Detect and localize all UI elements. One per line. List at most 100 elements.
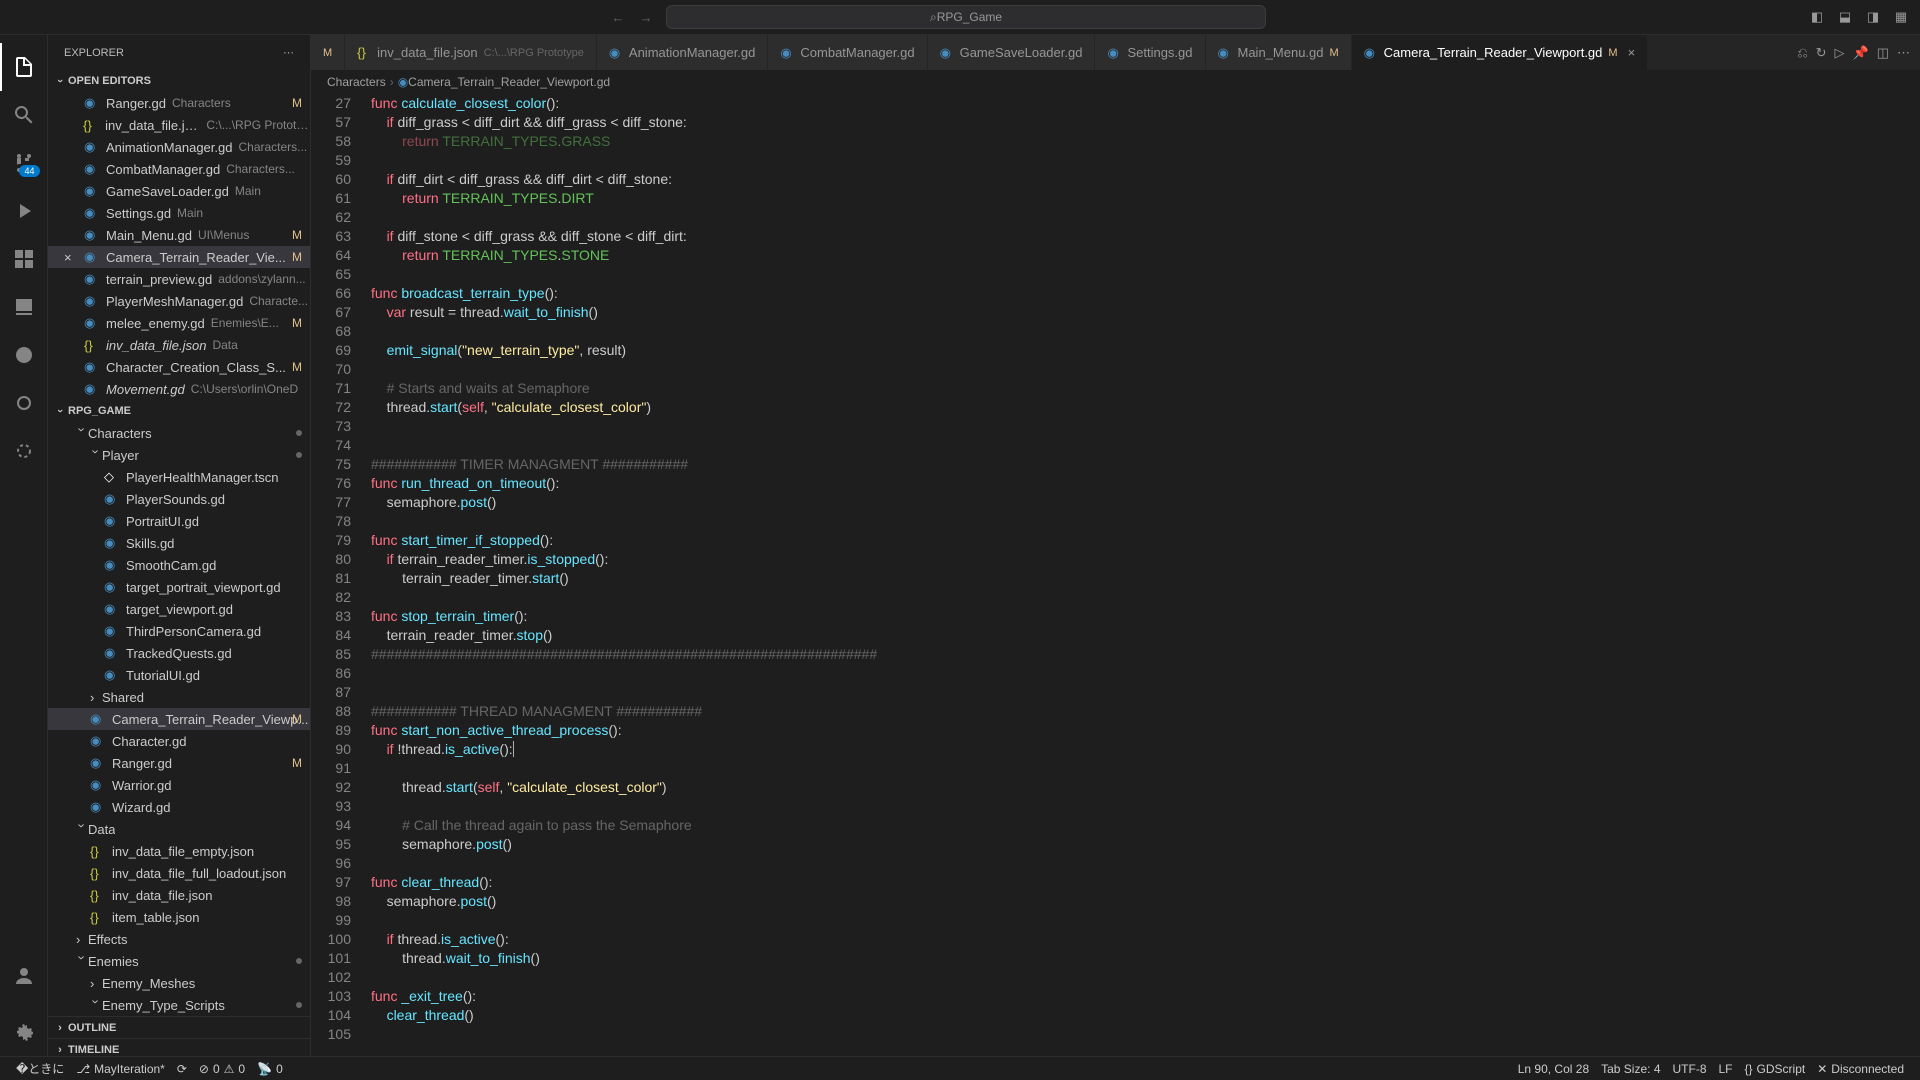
- status-connection[interactable]: ✕ Disconnected: [1811, 1062, 1910, 1076]
- open-editor-item[interactable]: ×◉Movement.gdC:\Users\orlin\OneD: [48, 378, 310, 400]
- status-branch[interactable]: ⎇ MayIteration*: [70, 1062, 171, 1076]
- status-encoding[interactable]: UTF-8: [1667, 1062, 1713, 1076]
- open-editors-header[interactable]: › OPEN EDITORS: [48, 70, 310, 92]
- status-ports[interactable]: 📡0: [251, 1062, 289, 1076]
- file-item[interactable]: {}item_table.json: [48, 906, 310, 928]
- nav-forward[interactable]: →: [636, 7, 656, 27]
- file-item[interactable]: ◉PortraitUI.gd: [48, 510, 310, 532]
- activity-ext2[interactable]: [0, 427, 48, 475]
- activity-godot[interactable]: [0, 331, 48, 379]
- editor-tab[interactable]: {}inv_data_file.jsonC:\...\RPG Prototype: [345, 35, 597, 70]
- status-problems[interactable]: ⊘0 ⚠0: [193, 1062, 251, 1076]
- breadcrumb[interactable]: Characters › ◉ Camera_Terrain_Reader_Vie…: [311, 70, 1920, 94]
- activity-account[interactable]: [0, 952, 48, 1000]
- folder-item[interactable]: ›Data: [48, 818, 310, 840]
- file-item[interactable]: {}inv_data_file.json: [48, 884, 310, 906]
- open-editor-item[interactable]: ×◉AnimationManager.gdCharacters...: [48, 136, 310, 158]
- activity-explorer[interactable]: [0, 43, 48, 91]
- folder-item[interactable]: ›Player: [48, 444, 310, 466]
- status-cursor[interactable]: Ln 90, Col 28: [1512, 1062, 1595, 1076]
- open-editor-item[interactable]: ×◉melee_enemy.gdEnemies\E...M: [48, 312, 310, 334]
- sidebar-more-icon[interactable]: ⋯: [283, 46, 294, 59]
- editor-tab[interactable]: M: [311, 35, 345, 70]
- code-editor[interactable]: 2757585960616263646566676869707172737475…: [311, 94, 1920, 1056]
- open-editor-item[interactable]: ×{}inv_data_file.jsonC:\...\RPG Prototyp…: [48, 114, 310, 136]
- close-icon[interactable]: ×: [64, 250, 80, 265]
- file-item[interactable]: ◉ThirdPersonCamera.gd: [48, 620, 310, 642]
- split-icon[interactable]: ◫: [1877, 45, 1889, 61]
- file-item[interactable]: {}inv_data_file_full_loadout.json: [48, 862, 310, 884]
- project-header[interactable]: › RPG_GAME: [48, 400, 310, 422]
- activity-ext1[interactable]: [0, 379, 48, 427]
- file-item[interactable]: ◉SmoothCam.gd: [48, 554, 310, 576]
- file-item[interactable]: ◉Wizard.gd: [48, 796, 310, 818]
- open-editor-item[interactable]: ×◉PlayerMeshManager.gdCharacte...: [48, 290, 310, 312]
- close-icon[interactable]: ×: [1628, 45, 1636, 60]
- editor-tab[interactable]: ◉CombatManager.gd: [768, 35, 927, 70]
- folder-item[interactable]: ›Shared: [48, 686, 310, 708]
- more-icon[interactable]: ⋯: [1897, 45, 1910, 61]
- layout-sidebar-right-icon[interactable]: ◨: [1862, 6, 1884, 28]
- layout-sidebar-left-icon[interactable]: ◧: [1806, 6, 1828, 28]
- file-item[interactable]: ◇PlayerHealthManager.tscn: [48, 466, 310, 488]
- file-item[interactable]: ◉Ranger.gdM: [48, 752, 310, 774]
- activity-scm[interactable]: 44: [0, 139, 48, 187]
- open-editor-item[interactable]: ×◉Ranger.gdCharactersM: [48, 92, 310, 114]
- activity-remote[interactable]: [0, 283, 48, 331]
- nav-back[interactable]: ←: [608, 7, 628, 27]
- file-item[interactable]: ◉target_portrait_viewport.gd: [48, 576, 310, 598]
- status-remote[interactable]: �ときに: [10, 1060, 70, 1077]
- activity-extensions[interactable]: [0, 235, 48, 283]
- status-sync[interactable]: ⟳: [171, 1062, 193, 1076]
- layout-panel-icon[interactable]: ⬓: [1834, 6, 1856, 28]
- file-item[interactable]: ◉TrackedQuests.gd: [48, 642, 310, 664]
- activity-settings[interactable]: [0, 1008, 48, 1056]
- editor-tab[interactable]: ◉AnimationManager.gd: [597, 35, 768, 70]
- play-icon[interactable]: ▷: [1835, 45, 1845, 61]
- file-item[interactable]: ◉Camera_Terrain_Reader_Viewp...M: [48, 708, 310, 730]
- folder-item[interactable]: ›Characters: [48, 422, 310, 444]
- activity-debug[interactable]: [0, 187, 48, 235]
- open-editor-item[interactable]: ×◉GameSaveLoader.gdMain: [48, 180, 310, 202]
- code-content[interactable]: func calculate_closest_color(): if diff_…: [371, 94, 1920, 1056]
- folder-item[interactable]: ›Enemies: [48, 950, 310, 972]
- file-item[interactable]: {}inv_data_file_empty.json: [48, 840, 310, 862]
- open-editor-item[interactable]: ×◉Settings.gdMain: [48, 202, 310, 224]
- pin-icon[interactable]: 📌: [1853, 45, 1869, 61]
- gdscript-icon: ◉: [1218, 45, 1232, 61]
- file-item[interactable]: ◉Character.gd: [48, 730, 310, 752]
- editor-tab[interactable]: ◉GameSaveLoader.gd: [928, 35, 1096, 70]
- editor-tab[interactable]: ◉Camera_Terrain_Reader_Viewport.gdM×: [1352, 35, 1648, 70]
- folder-item[interactable]: ›Enemy_Type_Scripts: [48, 994, 310, 1016]
- activity-search[interactable]: [0, 91, 48, 139]
- file-item[interactable]: ◉TutorialUI.gd: [48, 664, 310, 686]
- open-editor-item[interactable]: ×◉Character_Creation_Class_S...M: [48, 356, 310, 378]
- run-icon[interactable]: ↻: [1816, 45, 1827, 61]
- editor-tab[interactable]: ◉Main_Menu.gdM: [1206, 35, 1352, 70]
- open-editor-item[interactable]: ×{}inv_data_file.jsonData: [48, 334, 310, 356]
- folder-item[interactable]: ›Enemy_Meshes: [48, 972, 310, 994]
- status-language[interactable]: {} GDScript: [1739, 1062, 1812, 1076]
- outline-header[interactable]: › OUTLINE: [48, 1016, 310, 1038]
- open-editor-item[interactable]: ×◉Camera_Terrain_Reader_Vie...M: [48, 246, 310, 268]
- command-center[interactable]: ⌕ RPG_Game: [666, 5, 1266, 29]
- file-item[interactable]: ◉Warrior.gd: [48, 774, 310, 796]
- open-editor-item[interactable]: ×◉CombatManager.gdCharacters...: [48, 158, 310, 180]
- minimap[interactable]: [1820, 94, 1920, 1056]
- breadcrumb-item[interactable]: Camera_Terrain_Reader_Viewport.gd: [408, 75, 610, 89]
- open-editor-item[interactable]: ×◉terrain_preview.gdaddons\zylann...: [48, 268, 310, 290]
- layout-customize-icon[interactable]: ▦: [1890, 6, 1912, 28]
- file-item[interactable]: ◉Skills.gd: [48, 532, 310, 554]
- breadcrumb-item[interactable]: Characters: [327, 75, 386, 89]
- status-eol[interactable]: LF: [1713, 1062, 1739, 1076]
- timeline-header[interactable]: › TIMELINE: [48, 1038, 310, 1056]
- editor-tab[interactable]: ◉Settings.gd: [1095, 35, 1205, 70]
- file-item[interactable]: ◉target_viewport.gd: [48, 598, 310, 620]
- file-icon: {}: [84, 338, 100, 353]
- folder-item[interactable]: ›Effects: [48, 928, 310, 950]
- file-item[interactable]: ◉PlayerSounds.gd: [48, 488, 310, 510]
- status-indent[interactable]: Tab Size: 4: [1595, 1062, 1666, 1076]
- compare-icon[interactable]: ⎌: [1797, 45, 1807, 61]
- open-editor-item[interactable]: ×◉Main_Menu.gdUI\MenusM: [48, 224, 310, 246]
- tab-label: Camera_Terrain_Reader_Viewport.gd: [1384, 45, 1603, 60]
